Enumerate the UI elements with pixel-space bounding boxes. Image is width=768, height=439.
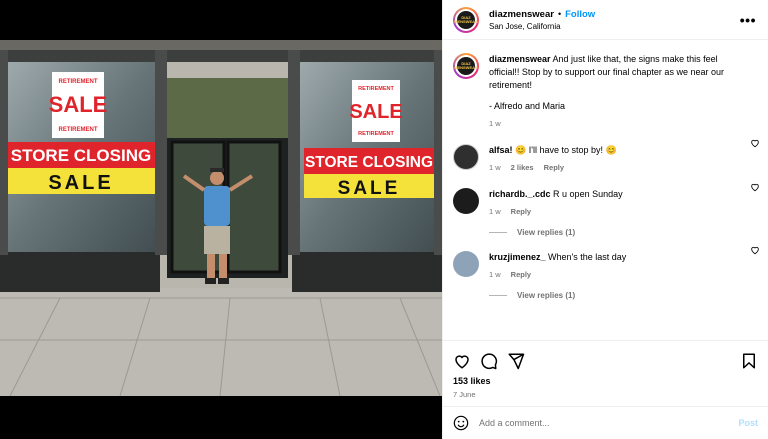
follow-button[interactable]: Follow [565,9,595,20]
separator-dot: • [557,9,562,19]
caption-avatar-logo: DIAZ MENSWEAR [454,57,478,75]
post-date: 7 June [453,390,476,399]
sign-sale-left: SALE [49,92,108,117]
banner-store-closing-right: STORE CLOSING [305,154,433,171]
post-comment-button[interactable]: Post [738,418,758,428]
caption-username[interactable]: diazmenswear [489,54,551,64]
caption-signoff: - Alfredo and Maria [489,101,566,111]
instagram-post-view: RETIREMENT SALE RETIREMENT RETIREMENT SA… [0,0,768,439]
share-icon[interactable] [507,352,525,370]
emoji-icon[interactable] [453,415,469,431]
post-media: RETIREMENT SALE RETIREMENT RETIREMENT SA… [0,0,442,439]
caption-row: DIAZ MENSWEAR diazmenswear And just like… [443,41,768,130]
bookmark-icon[interactable] [740,352,758,370]
reply-button[interactable]: Reply [511,205,531,218]
comment-age: 1 w [489,270,501,279]
banner-store-closing-left: STORE CLOSING [11,146,151,165]
like-comment-heart-icon[interactable] [750,182,760,192]
comment-likes[interactable]: 2 likes [511,161,534,174]
comment-text: R u open Sunday [553,189,623,199]
comment-row: richardb._.cdc R u open Sunday 1 w Reply [443,174,768,218]
reply-button[interactable]: Reply [544,161,564,174]
view-replies-line [489,295,507,296]
sign-retirement-top-right: RETIREMENT [358,86,394,92]
comment-age: 1 w [489,207,501,216]
reply-button[interactable]: Reply [511,268,531,281]
like-comment-heart-icon[interactable] [750,138,760,148]
comment-avatar[interactable] [453,188,479,214]
comment-row: kruzjimenez_ When's the last day 1 w Rep… [443,237,768,281]
sign-retirement-top-left: RETIREMENT [59,79,98,85]
comments-list[interactable]: DIAZ MENSWEAR diazmenswear And just like… [443,41,768,338]
comment-avatar[interactable] [453,144,479,170]
view-replies-button[interactable]: View replies (1) [489,291,768,300]
comment-age: 1 w [489,163,501,172]
comment-username[interactable]: alfsa! [489,145,513,155]
comment-username[interactable]: richardb._.cdc [489,189,551,199]
banner-sale-left: SALE [48,172,113,194]
view-replies-line [489,232,507,233]
heart-icon[interactable] [453,352,471,370]
view-replies-label: View replies (1) [517,228,576,237]
comment-text: 😊 I'll have to stop by! 😊 [515,145,617,155]
view-replies-button[interactable]: View replies (1) [489,228,768,237]
caption-age: 1 w [489,119,501,128]
post-details-panel: DIAZ MENSWEAR diazmenswear • Follow San … [442,0,768,439]
likes-count[interactable]: 153 likes [443,373,768,386]
sign-sale-right: SALE [349,101,402,123]
comment-text: When's the last day [548,252,627,262]
view-replies-label: View replies (1) [517,291,576,300]
like-comment-heart-icon[interactable] [750,245,760,255]
comment-icon[interactable] [480,352,498,370]
caption-avatar[interactable]: DIAZ MENSWEAR [453,53,479,79]
avatar-logo: DIAZ MENSWEAR [454,10,478,29]
add-comment-bar: Post [443,406,768,439]
post-location[interactable]: San Jose, California [489,22,738,31]
post-actions: 153 likes 7 June Post [443,340,768,439]
more-options-icon[interactable]: ••• [738,12,758,28]
banner-sale-right: SALE [338,178,401,199]
sign-retirement-bottom-left: RETIREMENT [59,127,98,133]
comment-row: alfsa! 😊 I'll have to stop by! 😊 1 w 2 l… [443,130,768,174]
comment-username[interactable]: kruzjimenez_ [489,252,546,262]
author-username[interactable]: diazmenswear [489,9,554,20]
add-comment-input[interactable] [479,418,739,428]
comment-avatar[interactable] [453,251,479,277]
post-header: DIAZ MENSWEAR diazmenswear • Follow San … [443,0,768,40]
sign-retirement-bottom-right: RETIREMENT [358,131,394,137]
author-avatar[interactable]: DIAZ MENSWEAR [453,6,479,33]
storefront-photo: RETIREMENT SALE RETIREMENT RETIREMENT SA… [0,40,442,396]
post-photo[interactable]: RETIREMENT SALE RETIREMENT RETIREMENT SA… [0,40,442,396]
